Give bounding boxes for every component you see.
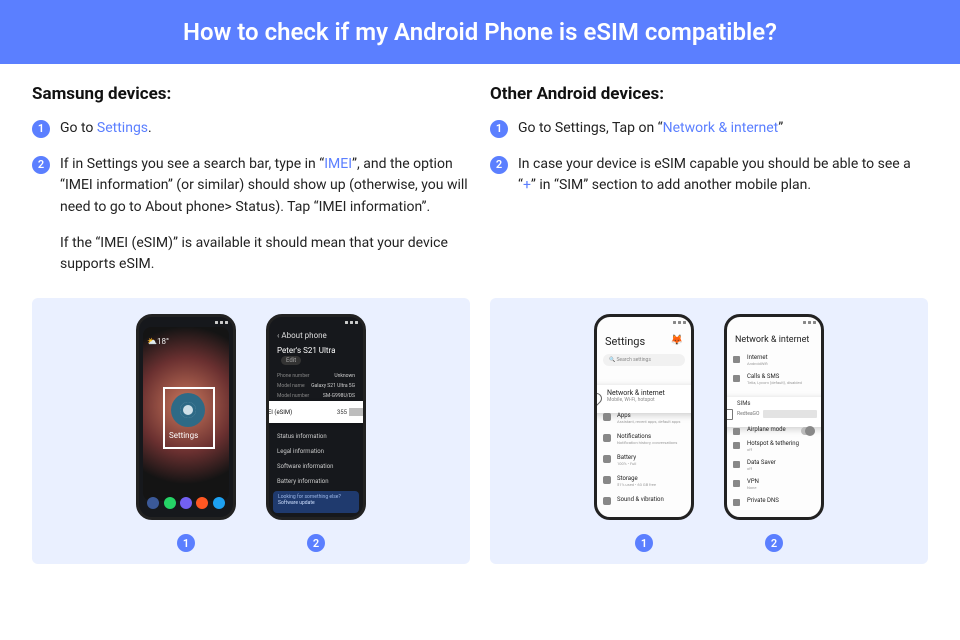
footer-card: Looking for something else?Software upda… (273, 491, 359, 513)
settings-label: Settings (169, 431, 198, 440)
settings-item: VPNNone (727, 475, 821, 494)
caption-badge: 2 (765, 534, 783, 552)
list-item: Status information (274, 429, 358, 444)
imei-link[interactable]: IMEI (324, 156, 352, 172)
samsung-panel: ⛅18° Settings About phone Peter's S21 Ul… (32, 298, 470, 564)
samsung-step-1: 1 Go to Settings. (32, 118, 470, 140)
about-title: About phone (269, 327, 363, 344)
settings-item: Sound & vibration (597, 492, 691, 508)
other-panel: Settings🦊 🔍 Search settings Network & in… (490, 298, 928, 564)
info-row: Model nameGalaxy S21 Ultra 5G (274, 381, 358, 391)
network-title: Network & internet (727, 327, 821, 351)
toggle-icon (801, 427, 815, 435)
screenshot-panels: ⛅18° Settings About phone Peter's S21 Ul… (0, 290, 960, 564)
device-name: Peter's S21 UltraEdit (269, 344, 363, 371)
settings-item: Hotspot & tetheringoff (727, 437, 821, 456)
step-badge: 2 (32, 156, 50, 174)
search-bar: 🔍 Search settings (603, 354, 685, 366)
masked-value (349, 408, 366, 416)
list-item: Battery information (274, 474, 358, 489)
other-column: Other Android devices: 1 Go to Settings,… (490, 84, 928, 290)
caption-badge: 1 (177, 534, 195, 552)
other-step-2: 2 In case your device is eSIM capable yo… (490, 154, 928, 197)
settings-item: AppsAssistant, recent apps, default apps (597, 408, 691, 429)
settings-item: Airplane mode (727, 423, 821, 437)
step-badge: 2 (490, 156, 508, 174)
gear-icon (171, 393, 205, 427)
dock (145, 495, 227, 511)
samsung-step-2: 2 If in Settings you see a search bar, t… (32, 154, 470, 276)
step-badge: 1 (490, 120, 508, 138)
settings-item: InternetAndroidWifi (727, 351, 821, 370)
imei-callout: IMEI (eSIM)355 (266, 401, 366, 423)
weather-widget: ⛅18° (147, 337, 169, 346)
phone-android-network: Network & internet InternetAndroidWifiCa… (724, 314, 824, 520)
caption-badge: 2 (307, 534, 325, 552)
caption-badge: 1 (635, 534, 653, 552)
network-link[interactable]: Network & internet (663, 120, 779, 136)
phone-android-settings: Settings🦊 🔍 Search settings Network & in… (594, 314, 694, 520)
other-step-1: 1 Go to Settings, Tap on “Network & inte… (490, 118, 928, 140)
instruction-columns: Samsung devices: 1 Go to Settings. 2 If … (0, 64, 960, 290)
edit-button: Edit (281, 356, 301, 365)
settings-item: Battery100% • Full (597, 450, 691, 471)
phone-samsung-about: About phone Peter's S21 UltraEdit Phone … (266, 314, 366, 520)
phone-samsung-home: ⛅18° Settings (136, 314, 236, 520)
list-item: Legal information (274, 444, 358, 459)
settings-item: Calls & SMSTelia, Lycom (default), disab… (727, 370, 821, 389)
step-text: Go to Settings. (60, 118, 152, 140)
settings-item: NotificationsNotification history, conve… (597, 429, 691, 450)
settings-item: Private DNS (727, 494, 821, 508)
samsung-heading: Samsung devices: (32, 84, 470, 104)
list-item: Software information (274, 459, 358, 474)
step-subtext: If the “IMEI (eSIM)” is available it sho… (60, 233, 470, 276)
settings-link[interactable]: Settings (97, 120, 148, 136)
settings-item: Storage51% used • 63 GB free (597, 471, 691, 492)
info-row: Model numberSM-G998U/DS (274, 391, 358, 401)
info-row: Phone numberUnknown (274, 371, 358, 381)
page-title: How to check if my Android Phone is eSIM… (0, 0, 960, 64)
step-text: In case your device is eSIM capable you … (518, 154, 928, 197)
settings-item: Data Saveroff (727, 456, 821, 475)
other-heading: Other Android devices: (490, 84, 928, 104)
step-badge: 1 (32, 120, 50, 138)
settings-title: Settings🦊 (597, 327, 691, 352)
plus-link[interactable]: + (523, 177, 531, 193)
plus-icon: + (823, 409, 824, 419)
avatar-icon: 🦊 (671, 335, 683, 346)
step-text: If in Settings you see a search bar, typ… (60, 154, 470, 276)
samsung-column: Samsung devices: 1 Go to Settings. 2 If … (32, 84, 470, 290)
step-text: Go to Settings, Tap on “Network & intern… (518, 118, 783, 140)
